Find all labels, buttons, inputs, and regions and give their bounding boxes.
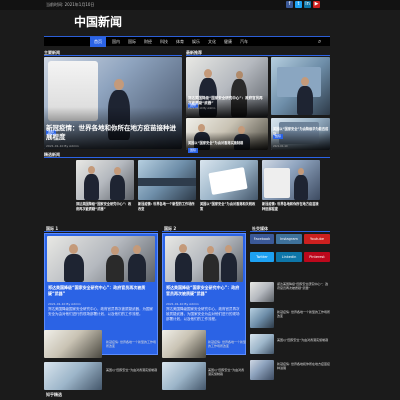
section-title-bottom: 知乎精选 bbox=[46, 392, 62, 397]
site-header bbox=[0, 10, 400, 35]
hot-tag-3[interactable]: 国际 bbox=[188, 136, 199, 155]
featured-image-3[interactable] bbox=[200, 160, 258, 200]
twitter-button[interactable]: Twitter bbox=[250, 252, 274, 262]
hot-image-3[interactable] bbox=[186, 118, 268, 150]
section-divider bbox=[44, 55, 182, 56]
hot-title[interactable]: 郑达美国降级“国家安全研究中心”：政府官员再次被质疑“武器” bbox=[188, 96, 266, 106]
nav-item[interactable]: 体育 bbox=[172, 37, 188, 47]
featured-image-1[interactable] bbox=[76, 160, 134, 200]
top-bar: 当前时间: 2021年1月10日 f t in ▶ bbox=[0, 0, 400, 10]
col1-title[interactable]: 郑达美国降级“国家安全研究中心”：政府官员再次被质疑“武器” bbox=[48, 285, 154, 296]
side-list-image-2[interactable] bbox=[250, 308, 274, 328]
section-divider bbox=[162, 231, 246, 232]
nav-item[interactable]: 娱乐 bbox=[188, 37, 204, 47]
youtube-icon[interactable]: ▶ bbox=[313, 1, 320, 8]
hero-meta: 2021-01-10 By Admin bbox=[46, 144, 79, 148]
col1-list-title-1[interactable]: 新冠疫情: 世界各地一个新型的工作场所改变 bbox=[106, 340, 158, 348]
section-divider bbox=[44, 157, 330, 158]
linkedin-button[interactable]: Linkedin bbox=[276, 252, 302, 262]
featured-title-1[interactable]: 郑达美国降级“国家安全研究中心”：政府再次被质疑“武器” bbox=[76, 202, 134, 211]
col2-title[interactable]: 郑达美国降级“国家安全研究中心”：政府官员再次被质疑“武器” bbox=[166, 285, 242, 296]
side-list-title-1[interactable]: 郑达美国降级“国家安全研究中心”：政府官员再次被质疑“武器” bbox=[277, 282, 330, 290]
featured-title-4[interactable]: 新冠疫情: 世界各地和你所在地方疫苗接种进展程度 bbox=[262, 202, 320, 211]
hot-image-2[interactable] bbox=[271, 57, 330, 115]
hot-meta: 2021-01-10 By Admin bbox=[188, 107, 216, 110]
featured-image-4[interactable] bbox=[262, 160, 320, 200]
side-list-image-1[interactable] bbox=[250, 282, 274, 302]
col1-meta: 2021-01-10 By Admin bbox=[48, 302, 81, 306]
site-logo[interactable]: 中国新闻 bbox=[74, 13, 122, 30]
side-list-image-3[interactable] bbox=[250, 334, 274, 354]
search-icon[interactable]: ⌕ bbox=[318, 38, 321, 46]
col2-list-title-1[interactable]: 新冠疫情: 世界各地一个新型的工作场所改变 bbox=[208, 340, 246, 348]
col1-list-image-2[interactable] bbox=[44, 362, 102, 390]
nav-item[interactable]: 健康 bbox=[220, 37, 236, 47]
main-nav: 首页 国内 国际 财经 科技 体育 娱乐 文化 健康 汽车 ⌕ bbox=[44, 36, 330, 47]
section-divider bbox=[44, 231, 158, 232]
side-list-image-4[interactable] bbox=[250, 360, 274, 380]
col1-list-image-1[interactable] bbox=[44, 330, 102, 358]
nav-item[interactable]: 国际 bbox=[124, 37, 140, 47]
col1-image[interactable] bbox=[47, 236, 155, 282]
col1-list-title-2[interactable]: 美国以“国家安全”为由对香港实施制裁 bbox=[106, 368, 158, 372]
side-list-title-4[interactable]: 新冠疫情: 世界各地和你所在地方疫苗接种进展 bbox=[277, 362, 330, 370]
col2-list-image-1[interactable] bbox=[162, 330, 206, 358]
pinterest-button[interactable]: Pinterest bbox=[304, 252, 330, 262]
instagram-button[interactable]: Instagram bbox=[276, 234, 302, 244]
col2-desc: 郑达美国降级国家安全研究中心，政府官员再次被质疑武器，为国家安全为由对他们进行的… bbox=[166, 307, 240, 321]
col2-list-title-2[interactable]: 美国以“国家安全”为由对香港实施制裁 bbox=[208, 368, 246, 376]
facebook-icon[interactable]: f bbox=[286, 1, 293, 8]
hot-meta-2: 2021-01-10 bbox=[273, 145, 288, 148]
nav-item[interactable]: 国内 bbox=[108, 37, 124, 47]
hot-title-2[interactable]: 美国以“国家安全”为由降级华为能否成功 bbox=[273, 127, 329, 136]
side-list-title-2[interactable]: 新冠疫情: 世界各地一个新型的工作场所改变 bbox=[277, 310, 330, 318]
section-divider bbox=[186, 55, 330, 56]
col2-image[interactable] bbox=[165, 236, 243, 282]
nav-item[interactable]: 汽车 bbox=[236, 37, 252, 47]
nav-item[interactable]: 文化 bbox=[204, 37, 220, 47]
nav-item[interactable]: 科技 bbox=[156, 37, 172, 47]
featured-title-2[interactable]: 新冠疫情: 世界各地一个新型的工作场所改变 bbox=[138, 202, 196, 211]
featured-image-2[interactable] bbox=[138, 160, 196, 200]
side-list-title-3[interactable]: 美国以“国家安全”为由对香港实施制裁 bbox=[277, 338, 330, 342]
twitter-icon[interactable]: t bbox=[295, 1, 302, 8]
nav-item[interactable]: 财经 bbox=[140, 37, 156, 47]
linkedin-icon[interactable]: in bbox=[304, 1, 311, 8]
col1-desc: 郑达美国降级国家安全研究中心，政府官员再次被质疑武器，为国家安全为由对他们进行的… bbox=[48, 307, 153, 316]
facebook-button[interactable]: Facebook bbox=[250, 234, 274, 244]
featured-title-3[interactable]: 美国以“国家安全”为由对香港和关税政策 bbox=[200, 202, 258, 211]
hot-title-3[interactable]: 美国以“国家安全”为由对香港实施制裁 bbox=[188, 141, 266, 145]
col2-meta: 2021-01-10 By Admin bbox=[166, 302, 199, 306]
nav-item-home[interactable]: 首页 bbox=[90, 37, 106, 47]
section-divider bbox=[250, 231, 330, 232]
current-date: 当前时间: 2021年1月10日 bbox=[46, 2, 95, 7]
col2-list-image-2[interactable] bbox=[162, 362, 206, 390]
hero-title[interactable]: 新冠疫情：世界各地和你所在地方疫苗接种进展程度 bbox=[46, 124, 180, 142]
youtube-button[interactable]: Youtube bbox=[304, 234, 330, 244]
